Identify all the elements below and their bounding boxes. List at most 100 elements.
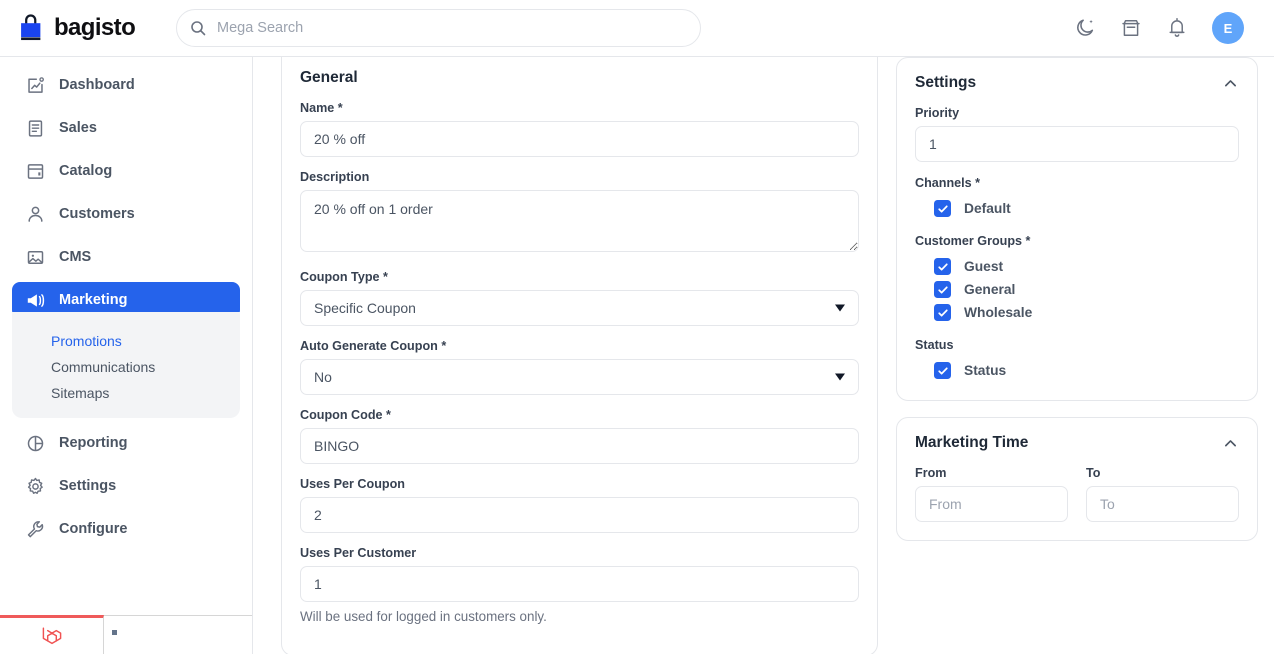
sidebar-item-settings[interactable]: Settings xyxy=(12,468,240,504)
sidebar-item-customers[interactable]: Customers xyxy=(12,196,240,232)
checkbox-group-wholesale[interactable]: Wholesale xyxy=(915,301,1239,324)
sidebar-item-label: Marketing xyxy=(59,292,128,308)
dark-mode-icon[interactable] xyxy=(1074,17,1096,39)
checkbox-checked-icon xyxy=(934,200,951,217)
from-label: From xyxy=(915,466,1068,480)
pie-chart-icon xyxy=(25,433,46,454)
marketing-time-fields: From To xyxy=(915,466,1239,522)
uses-per-customer-label: Uses Per Customer xyxy=(300,546,859,560)
sidebar-item-label: Settings xyxy=(59,478,116,494)
description-textarea[interactable]: 20 % off on 1 order xyxy=(300,190,859,252)
main-content: General Name * Description 20 % off on 1… xyxy=(253,57,1274,654)
laravel-debugbar-toggle[interactable] xyxy=(0,615,104,654)
settings-card-header: Settings xyxy=(915,74,1239,92)
coupon-type-label: Coupon Type * xyxy=(300,270,859,284)
sidebar-item-label: Configure xyxy=(59,521,127,537)
priority-label: Priority xyxy=(915,106,1239,120)
storefront-icon[interactable] xyxy=(1120,17,1142,39)
sidebar-item-reporting[interactable]: Reporting xyxy=(12,425,240,461)
wrench-icon xyxy=(25,519,46,540)
checkbox-group-guest[interactable]: Guest xyxy=(915,255,1239,278)
checkbox-status[interactable]: Status xyxy=(915,359,1239,382)
field-priority: Priority xyxy=(915,106,1239,162)
avatar[interactable]: E xyxy=(1212,12,1244,44)
checkbox-checked-icon xyxy=(934,362,951,379)
checkbox-label: Wholesale xyxy=(964,305,1032,320)
chevron-up-icon[interactable] xyxy=(1222,75,1239,92)
field-to: To xyxy=(1086,466,1239,522)
field-description: Description 20 % off on 1 order xyxy=(300,170,859,257)
auto-generate-coupon-select[interactable] xyxy=(300,359,859,395)
settings-card-title: Settings xyxy=(915,74,976,92)
dashboard-chart-icon xyxy=(25,75,46,96)
chevron-up-icon[interactable] xyxy=(1222,435,1239,452)
field-auto-generate-coupon: Auto Generate Coupon * xyxy=(300,339,859,395)
coupon-type-select-wrap[interactable] xyxy=(300,290,859,326)
right-column: Settings Priority Channels * xyxy=(896,57,1258,654)
sidebar-item-label: CMS xyxy=(59,249,91,265)
checkbox-label: Default xyxy=(964,201,1011,216)
name-label: Name * xyxy=(300,101,859,115)
general-card-title: General xyxy=(300,69,859,87)
sidebar-item-sales[interactable]: Sales xyxy=(12,110,240,146)
sidebar-item-cms[interactable]: CMS xyxy=(12,239,240,275)
priority-input[interactable] xyxy=(915,126,1239,162)
laravel-logo-icon xyxy=(40,624,64,648)
settings-card: Settings Priority Channels * xyxy=(896,57,1258,401)
sidebar-item-configure[interactable]: Configure xyxy=(12,511,240,547)
sidebar-item-catalog[interactable]: Catalog xyxy=(12,153,240,189)
checkbox-checked-icon xyxy=(934,281,951,298)
checkbox-label: General xyxy=(964,282,1015,297)
checkbox-group-general[interactable]: General xyxy=(915,278,1239,301)
field-uses-per-customer: Uses Per Customer Will be used for logge… xyxy=(300,546,859,624)
checkbox-checked-icon xyxy=(934,304,951,321)
app-root: bagisto xyxy=(0,0,1274,654)
field-name: Name * xyxy=(300,101,859,157)
auto-generate-coupon-label: Auto Generate Coupon * xyxy=(300,339,859,353)
search-input[interactable] xyxy=(176,9,701,47)
name-input[interactable] xyxy=(300,121,859,157)
sidebar-item-dashboard[interactable]: Dashboard xyxy=(12,67,240,103)
marketing-time-card: Marketing Time From To xyxy=(896,417,1258,541)
checkbox-label: Status xyxy=(964,363,1006,378)
sidebar-subitem-communications[interactable]: Communications xyxy=(12,354,240,380)
sidebar-item-label: Sales xyxy=(59,120,97,136)
sidebar-navigation: Dashboard Sales xyxy=(0,57,253,654)
description-label: Description xyxy=(300,170,859,184)
from-date-input[interactable] xyxy=(915,486,1068,522)
sidebar-subitem-promotions[interactable]: Promotions xyxy=(12,328,240,354)
to-date-input[interactable] xyxy=(1086,486,1239,522)
auto-generate-coupon-select-wrap[interactable] xyxy=(300,359,859,395)
left-column: General Name * Description 20 % off on 1… xyxy=(281,57,878,654)
mega-search[interactable] xyxy=(176,9,701,47)
brand-logo-link[interactable]: bagisto xyxy=(18,14,158,42)
channels-label: Channels * xyxy=(915,176,1239,190)
brand-name: bagisto xyxy=(54,14,135,42)
sidebar-submenu-marketing: Promotions Communications Sitemaps xyxy=(12,312,240,418)
sidebar-item-label: Dashboard xyxy=(59,77,135,93)
uses-per-coupon-label: Uses Per Coupon xyxy=(300,477,859,491)
top-navigation-bar: bagisto xyxy=(0,0,1274,57)
coupon-code-input[interactable] xyxy=(300,428,859,464)
to-label: To xyxy=(1086,466,1239,480)
marketing-time-card-title: Marketing Time xyxy=(915,434,1028,452)
notifications-bell-icon[interactable] xyxy=(1166,17,1188,39)
status-label: Status xyxy=(915,338,1239,352)
field-uses-per-coupon: Uses Per Coupon xyxy=(300,477,859,533)
user-person-icon xyxy=(25,204,46,225)
document-lines-icon xyxy=(25,118,46,139)
catalog-window-icon xyxy=(25,161,46,182)
checkbox-channel-default[interactable]: Default xyxy=(915,197,1239,220)
body-area: Dashboard Sales xyxy=(0,57,1274,654)
uses-per-coupon-input[interactable] xyxy=(300,497,859,533)
debugbar-divider xyxy=(104,615,252,616)
checkbox-label: Guest xyxy=(964,259,1003,274)
general-card: General Name * Description 20 % off on 1… xyxy=(281,57,878,654)
sidebar-subitem-sitemaps[interactable]: Sitemaps xyxy=(12,380,240,406)
uses-per-customer-input[interactable] xyxy=(300,566,859,602)
coupon-type-select[interactable] xyxy=(300,290,859,326)
topbar-actions: E xyxy=(1074,12,1258,44)
shopping-bag-icon xyxy=(18,14,45,42)
megaphone-icon xyxy=(25,290,46,311)
customer-groups-label: Customer Groups * xyxy=(915,234,1239,248)
